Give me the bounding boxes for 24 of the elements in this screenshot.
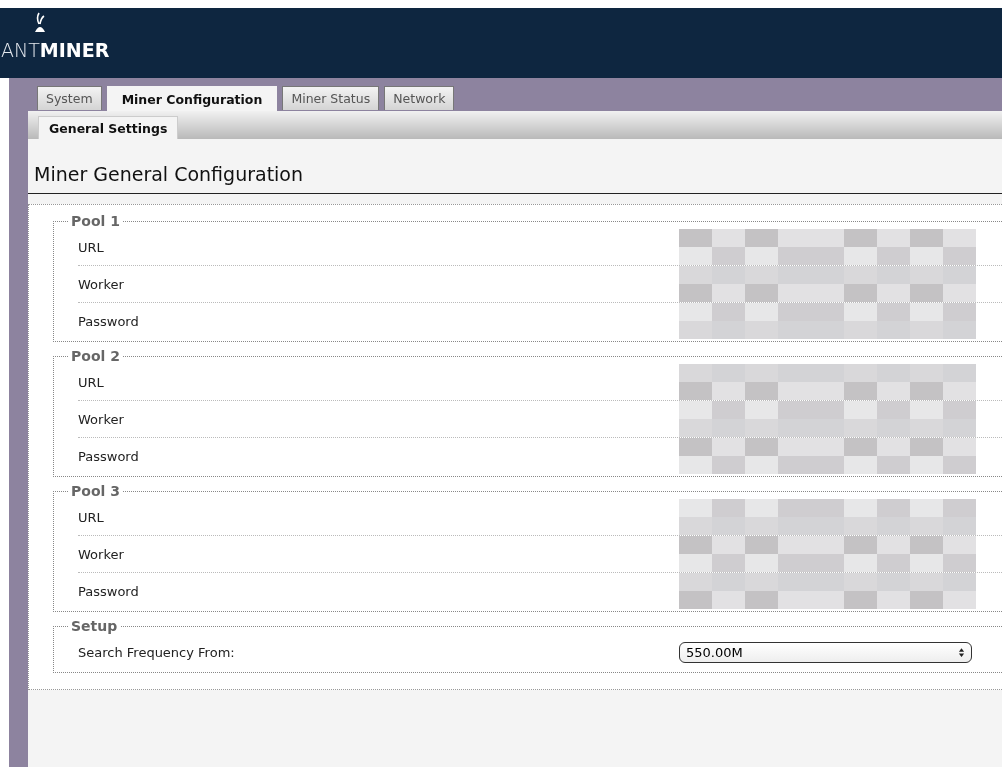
field-label: Search Frequency From: xyxy=(78,644,236,660)
section-legend: Setup xyxy=(68,618,121,634)
field-label: URL xyxy=(78,509,105,525)
field-label: Password xyxy=(78,448,140,464)
select-value: 550.00M xyxy=(686,644,743,660)
subtab[interactable]: General Settings xyxy=(38,116,179,139)
section-legend: Pool 2 xyxy=(68,348,123,364)
tab[interactable]: Miner Configuration xyxy=(106,86,278,111)
tab[interactable]: System xyxy=(37,86,102,110)
field-label: Worker xyxy=(78,546,125,562)
field-label: URL xyxy=(78,239,105,255)
field-label: Password xyxy=(78,583,140,599)
updown-arrows-icon xyxy=(958,646,965,658)
section-legend: Pool 3 xyxy=(68,483,123,499)
brand-logo-text: ANTMINER xyxy=(1,39,110,61)
field-label: URL xyxy=(78,374,105,390)
field-label: Worker xyxy=(78,276,125,292)
tab[interactable]: Network xyxy=(384,86,455,110)
field-label: Password xyxy=(78,313,140,329)
frequency-select[interactable]: 550.00M xyxy=(679,641,972,663)
section-legend: Pool 1 xyxy=(68,213,123,229)
tab[interactable]: Miner Status xyxy=(282,86,380,110)
page-heading: Miner General Configuration xyxy=(28,139,1002,194)
field-label: Worker xyxy=(78,411,125,427)
